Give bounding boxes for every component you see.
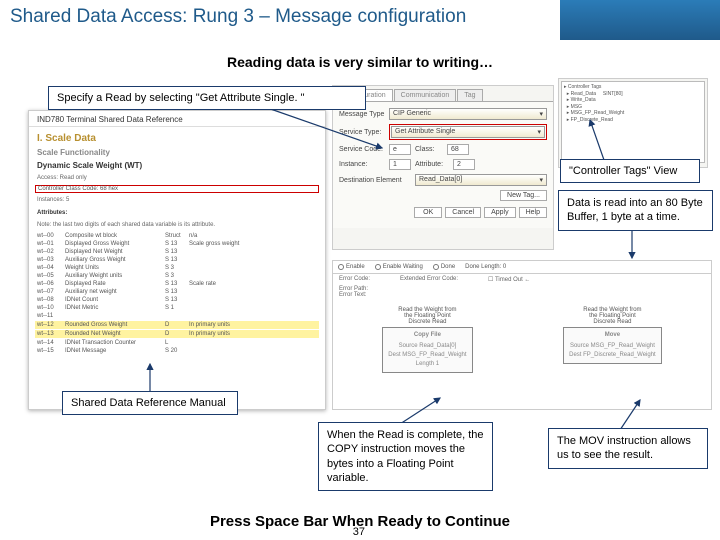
callout-copy: When the Read is complete, the COPY inst… [318, 422, 493, 491]
cop-block: Copy File Source Read_Data[0] Dest MSG_F… [382, 327, 472, 373]
radio-done[interactable]: Done [441, 264, 455, 270]
doc-attrs-header: Attributes: [29, 207, 325, 219]
attribute-label: Attribute: [415, 161, 449, 168]
tags-tree: ▸ Controller Tags ▸ Read_Data SINT[80] ▸… [561, 81, 705, 163]
service-type-label: Service Type: [339, 129, 385, 136]
doc-header: IND780 Terminal Shared Data Reference [29, 111, 325, 127]
manual-page: IND780 Terminal Shared Data Reference I.… [28, 110, 326, 410]
radio-enable-waiting[interactable]: Enable Waiting [383, 264, 423, 270]
class-label: Class: [415, 146, 443, 153]
doc-row: wt--08IDNet CountS 13 [29, 296, 325, 304]
service-type-select[interactable]: Get Attribute Single▾ [391, 126, 545, 138]
callout-manual: Shared Data Reference Manual [62, 391, 238, 415]
dialog-tab-tag[interactable]: Tag [457, 89, 482, 101]
newtag-button[interactable]: New Tag... [500, 190, 547, 201]
dest-label: Destination Element [339, 177, 411, 184]
doc-row: wt--06Displayed RateS 13Scale rate [29, 280, 325, 288]
help-button[interactable]: Help [519, 207, 547, 218]
slide-title: Shared Data Access: Rung 3 – Message con… [0, 0, 560, 40]
page-number: 37 [353, 526, 365, 538]
callout-buffer: Data is read into an 80 Byte Buffer, 1 b… [558, 190, 713, 231]
dialog-tab-comm[interactable]: Communication [394, 89, 457, 101]
doc-row: wt--12Rounded Gross WeightDIn primary un… [35, 321, 319, 329]
doc-row: wt--05Auxiliary Weight unitsS 3 [29, 272, 325, 280]
doc-row: wt--11 [29, 312, 325, 320]
callout-mov: The MOV instruction allows us to see the… [548, 428, 708, 469]
doc-instances: Instances: 5 [29, 194, 325, 206]
cop-caption: Read the Weight from the Floating Point … [382, 307, 472, 325]
msg-type-select[interactable]: CIP Generic▾ [389, 108, 547, 120]
doc-row: wt--14IDNet Transaction CounterL [29, 339, 325, 347]
callout-specify-read: Specify a Read by selecting "Get Attribu… [48, 86, 366, 110]
msg-type-label: Message Type [339, 111, 385, 118]
doc-sub: Scale Functionality [29, 146, 325, 159]
dest-select[interactable]: Read_Data[0]▾ [415, 174, 547, 186]
doc-access: Access: Read only [29, 172, 325, 184]
doc-row: wt--15IDNet MessageS 20 [29, 347, 325, 355]
doc-row: wt--07Auxiliary net weightS 13 [29, 288, 325, 296]
slide-header: Shared Data Access: Rung 3 – Message con… [0, 0, 720, 40]
done-length: Done Length: 0 [465, 264, 506, 270]
doc-section: I. Scale Data [29, 127, 325, 146]
service-code-label: Service Code: [339, 146, 385, 153]
ladder-panel: Enable Enable Waiting Done Done Length: … [332, 260, 712, 410]
callout-controller-tags: "Controller Tags" View [560, 159, 700, 183]
doc-row: wt--02Displayed Net WeightS 13 [29, 248, 325, 256]
doc-row: wt--01Displayed Gross WeightS 13Scale gr… [29, 240, 325, 248]
cancel-button[interactable]: Cancel [445, 207, 481, 218]
service-code-input[interactable]: e [389, 144, 411, 155]
subtitle: Reading data is very similar to writing… [0, 54, 720, 70]
apply-button[interactable]: Apply [484, 207, 516, 218]
instance-label: Instance: [339, 161, 385, 168]
doc-note: Note: the last two digits of each shared… [29, 219, 325, 231]
controller-tags-panel: ▸ Controller Tags ▸ Read_Data SINT[80] ▸… [558, 78, 708, 168]
doc-row: wt--00Composite wt blockStructn/a [29, 232, 325, 240]
doc-row: wt--04Weight UnitsS 3 [29, 264, 325, 272]
mov-caption: Read the Weight from the Floating Point … [563, 307, 662, 325]
attribute-input[interactable]: 2 [453, 159, 475, 170]
instance-input[interactable]: 1 [389, 159, 411, 170]
doc-class-code: Controller Class Code: 68 hex [35, 185, 319, 193]
doc-sub2: Dynamic Scale Weight (WT) [29, 159, 325, 172]
doc-row: wt--10IDNet MetricS 1 [29, 304, 325, 312]
mov-block: Move Source MSG_FP_Read_Weight Dest FP_D… [563, 327, 662, 364]
radio-enable[interactable]: Enable [346, 264, 365, 270]
doc-row: wt--13Rounded Net WeightDIn primary unit… [35, 330, 319, 338]
ok-button[interactable]: OK [414, 207, 442, 218]
doc-row: wt--03Auxiliary Gross WeightS 13 [29, 256, 325, 264]
class-input[interactable]: 68 [447, 144, 469, 155]
